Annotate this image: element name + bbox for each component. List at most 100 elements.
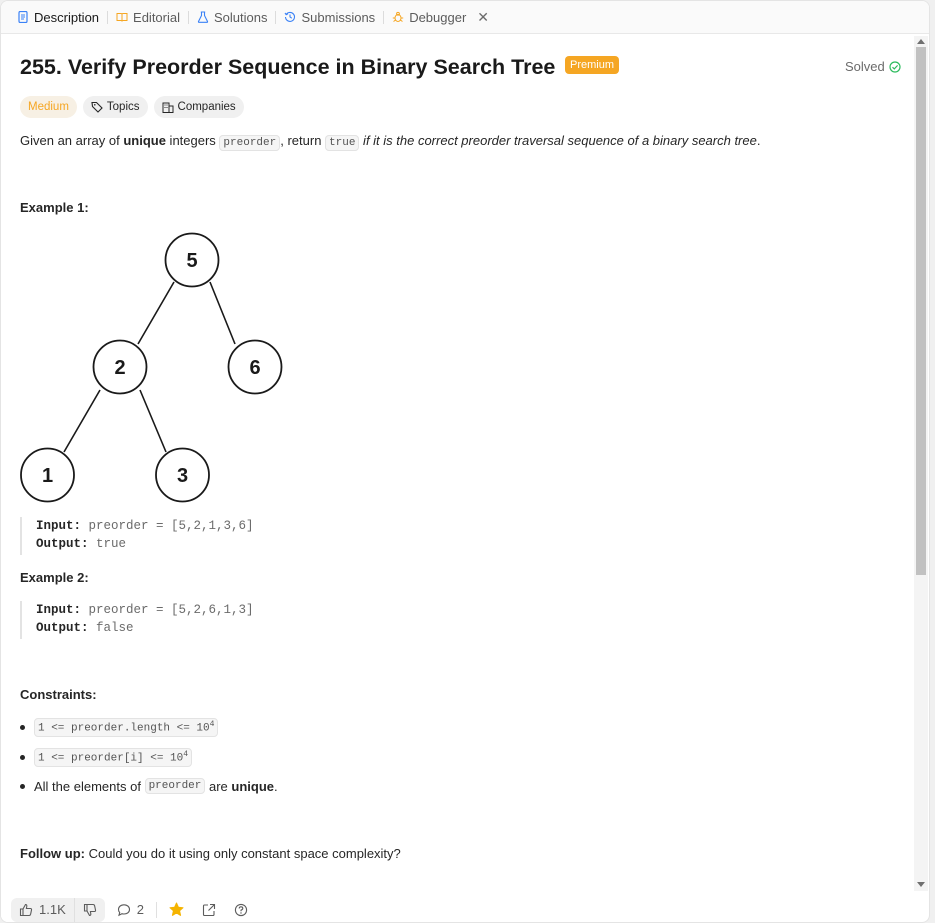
tree-node-label: 2 — [114, 357, 125, 379]
example-1-heading: Example 1: — [20, 200, 89, 215]
constraint-text: . — [274, 778, 278, 794]
output-value: true — [88, 537, 127, 551]
constraint-text: All the elements of — [34, 778, 141, 794]
desc-text: Given an array of — [20, 133, 124, 148]
tree-node-label: 1 — [42, 465, 53, 487]
tree-node-label: 3 — [177, 465, 188, 487]
favorite-button[interactable] — [169, 902, 184, 917]
help-button[interactable] — [234, 903, 248, 917]
tree-edge — [139, 389, 167, 453]
output-value: false — [88, 621, 134, 635]
tab-description[interactable]: Description — [17, 1, 99, 33]
example-1-tree-diagram: 5 2 6 1 3 — [20, 232, 283, 503]
help-circle-icon — [234, 903, 248, 916]
constraint-item: 1 <= preorder.length <= 104 — [20, 718, 219, 737]
desc-italic: if it is the correct preorder traversal … — [359, 133, 757, 148]
constraint-item: 1 <= preorder[i] <= 104 — [20, 748, 193, 767]
superscript: 4 — [209, 720, 215, 729]
constraint-item: All the elements of preorder are unique. — [20, 778, 278, 794]
tab-divider — [188, 10, 189, 24]
difficulty-badge: Medium — [20, 96, 77, 118]
tag-icon — [91, 101, 103, 113]
output-label: Output: — [36, 621, 89, 635]
constraint-code: 1 <= preorder[i] <= 10 — [38, 752, 184, 765]
companies-label: Companies — [177, 101, 236, 113]
topics-button[interactable]: Topics — [82, 96, 148, 118]
bottom-action-bar: 1.1K 2 — [1, 895, 913, 922]
output-label: Output: — [36, 537, 89, 551]
tab-description-label: Description — [34, 9, 100, 25]
tree-edge — [209, 281, 236, 345]
tab-submissions[interactable]: Submissions — [284, 1, 375, 33]
vote-group: 1.1K — [11, 897, 105, 922]
tree-node-label: 6 — [249, 357, 260, 379]
input-value: preorder = [5,2,6,1,3] — [81, 603, 254, 617]
dislike-button[interactable] — [73, 897, 105, 922]
desc-text: . — [756, 133, 761, 148]
toolbar-divider — [155, 901, 157, 918]
inline-code: 1 <= preorder.length <= 104 — [34, 718, 219, 737]
constraint-bold: unique — [231, 778, 275, 794]
page-title: 255. Verify Preorder Sequence in Binary … — [20, 55, 556, 79]
inline-code: true — [325, 135, 360, 151]
tab-bar: Description Editorial Solutions Submissi… — [1, 1, 929, 34]
comments-button[interactable]: 2 — [117, 902, 144, 917]
tab-divider — [107, 10, 109, 24]
like-button[interactable]: 1.1K — [11, 898, 74, 922]
constraint-code: 1 <= preorder.length <= 10 — [38, 722, 210, 735]
tab-divider — [275, 10, 277, 24]
inline-code: preorder — [144, 778, 206, 794]
scroll-up-arrow-icon[interactable] — [917, 39, 925, 44]
check-circle-icon — [889, 60, 901, 73]
share-button[interactable] — [202, 903, 216, 917]
tab-debugger[interactable]: Debugger ✕ — [392, 1, 489, 33]
input-value: preorder = [5,2,1,3,6] — [81, 519, 254, 533]
tab-editorial-label: Editorial — [133, 9, 180, 25]
desc-bold: unique — [123, 133, 166, 148]
tab-solutions[interactable]: Solutions — [197, 1, 267, 33]
constraint-text: are — [205, 778, 232, 794]
like-count: 1.1K — [39, 902, 66, 917]
tab-submissions-label: Submissions — [301, 9, 376, 25]
star-icon — [169, 902, 184, 916]
tag-chips: Medium Topics Companies — [20, 96, 244, 118]
example-2-io: Input: preorder = [5,2,6,1,3] Output: fa… — [20, 601, 254, 639]
close-icon[interactable]: ✕ — [477, 10, 489, 24]
tree-node-label: 5 — [186, 250, 197, 272]
tab-editorial[interactable]: Editorial — [116, 1, 180, 33]
example-2-heading: Example 2: — [20, 570, 89, 585]
tree-edge — [137, 281, 175, 345]
flask-icon — [197, 11, 209, 23]
description-icon — [18, 11, 28, 23]
premium-badge: Premium — [565, 56, 620, 74]
thumbs-up-icon — [19, 903, 33, 916]
problem-description: Given an array of unique integers preord… — [20, 132, 760, 152]
thumbs-down-icon — [83, 903, 96, 916]
companies-button[interactable]: Companies — [153, 96, 244, 118]
bullet-dot — [20, 783, 25, 789]
desc-text: , return — [280, 133, 326, 148]
superscript: 4 — [183, 750, 189, 759]
solved-label: Solved — [845, 59, 885, 74]
inline-code: preorder — [219, 135, 281, 151]
building-icon — [162, 102, 174, 113]
scroll-down-arrow-icon[interactable] — [917, 882, 925, 887]
history-icon — [285, 11, 296, 22]
bullet-dot — [20, 724, 25, 730]
solved-status: Solved — [845, 59, 901, 74]
input-label: Input: — [36, 603, 82, 617]
book-icon — [116, 13, 128, 22]
bug-icon — [392, 11, 404, 22]
inline-code: 1 <= preorder[i] <= 104 — [34, 748, 193, 767]
topics-label: Topics — [106, 101, 140, 113]
tree-edge — [63, 389, 101, 453]
example-1-io: Input: preorder = [5,2,1,3,6] Output: tr… — [20, 517, 254, 555]
constraints-heading: Constraints: — [20, 687, 97, 702]
follow-up: Follow up: Could you do it using only co… — [20, 846, 401, 861]
scrollbar-thumb[interactable] — [916, 47, 926, 575]
problem-panel: Description Editorial Solutions Submissi… — [0, 0, 930, 923]
tab-divider — [383, 10, 385, 24]
follow-up-label: Follow up: — [20, 846, 85, 861]
follow-up-text: Could you do it using only constant spac… — [84, 846, 401, 861]
external-link-icon — [202, 903, 216, 916]
